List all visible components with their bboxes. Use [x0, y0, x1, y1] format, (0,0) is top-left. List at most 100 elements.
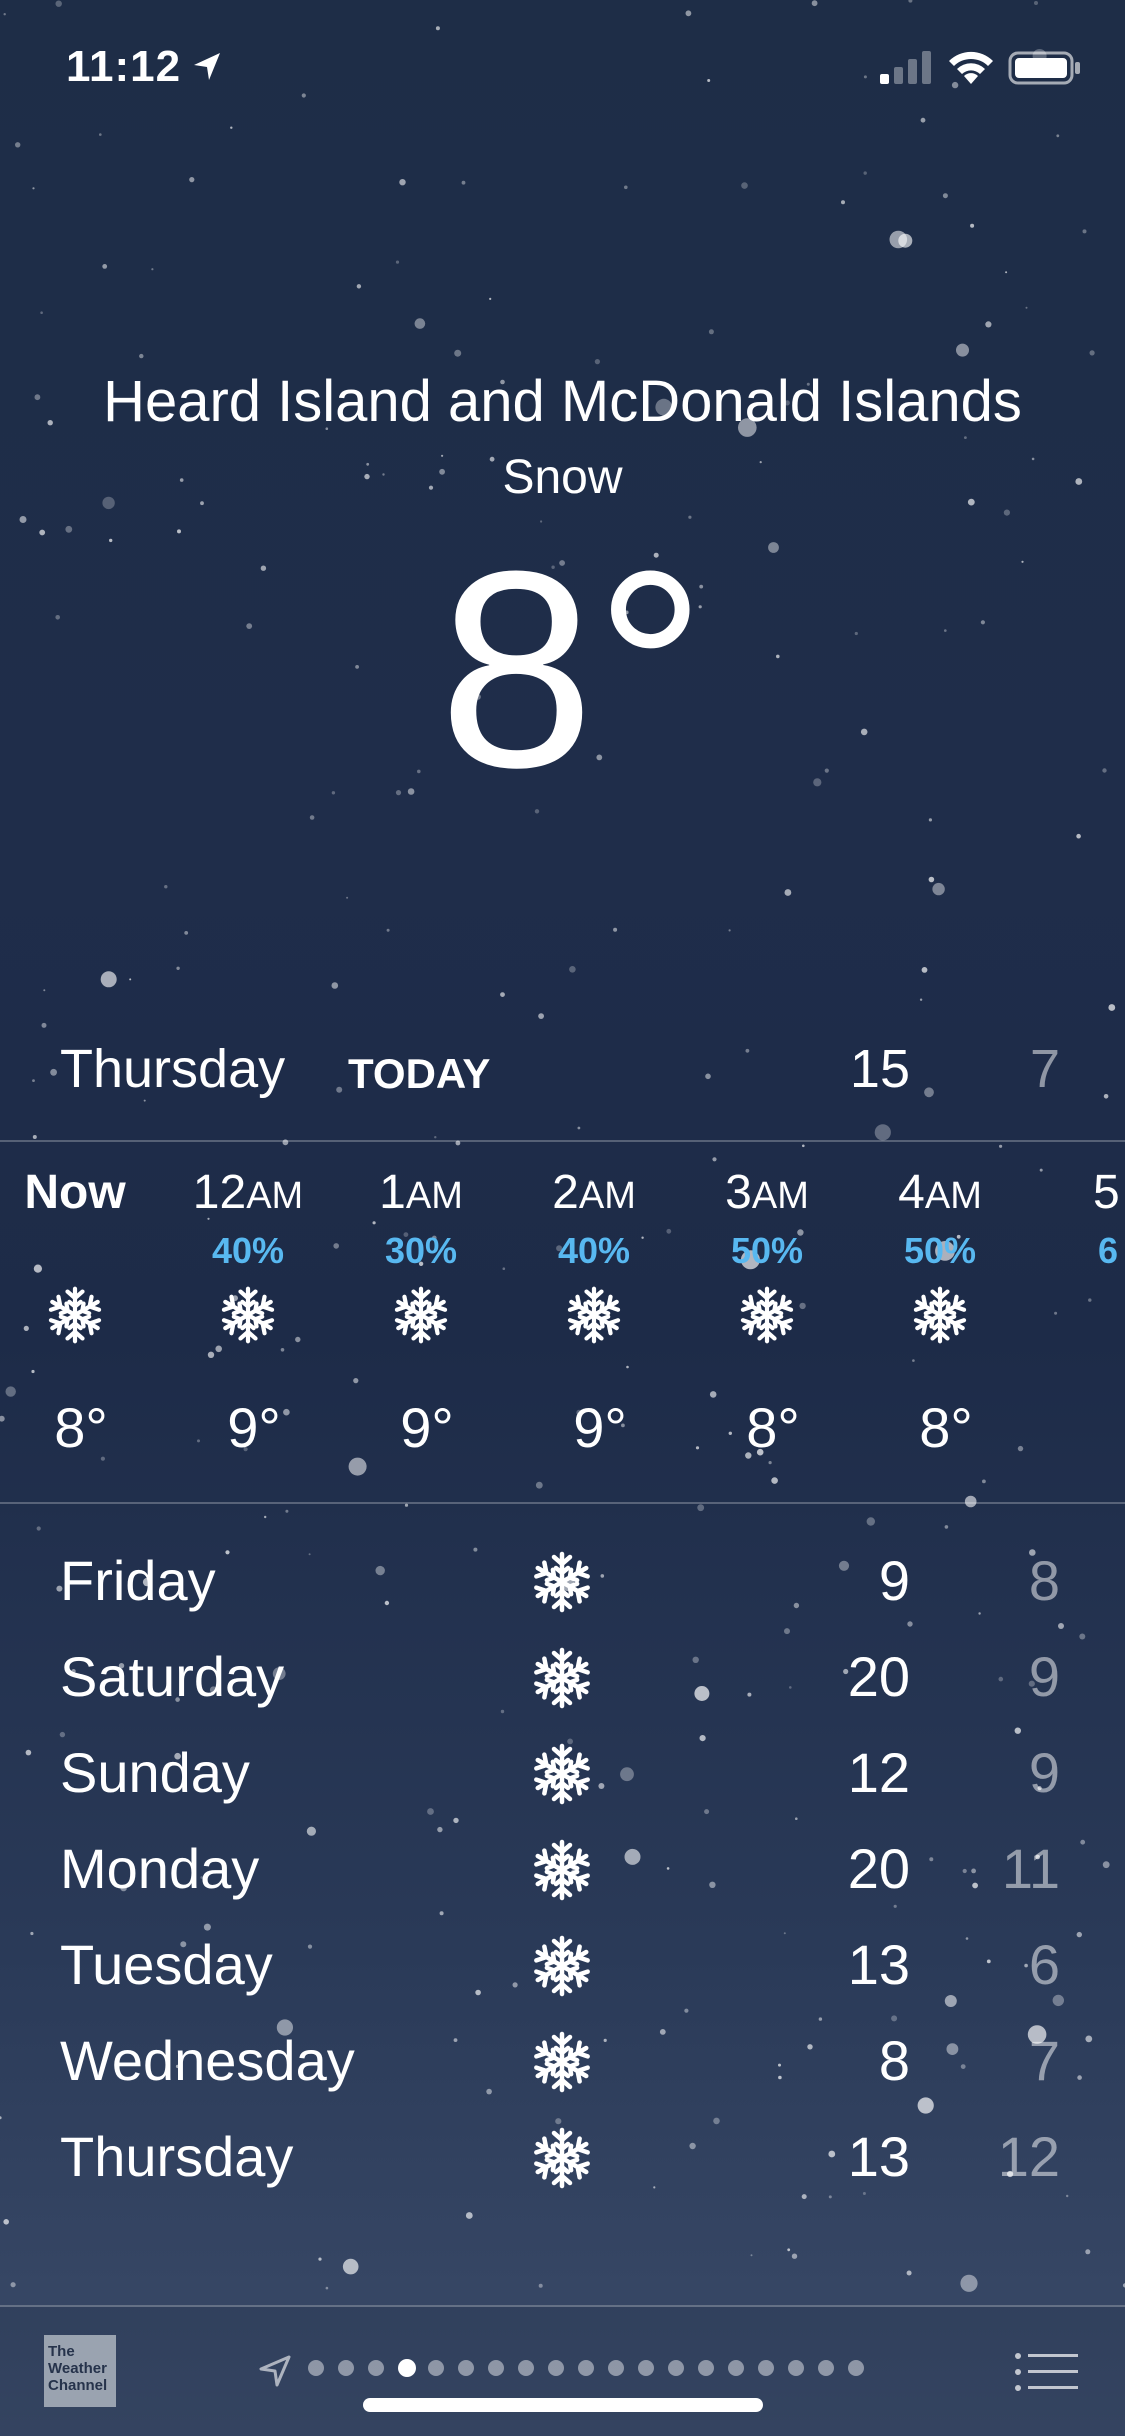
- snowflake-icon: [221, 1286, 275, 1344]
- snow-particle: [874, 1124, 891, 1141]
- today-summary-row: Thursday TODAY 15 7: [0, 1030, 1125, 1110]
- snow-particle: [960, 2274, 978, 2292]
- snow-particle: [577, 1126, 581, 1130]
- hourly-item: Now 8°: [0, 1145, 155, 1500]
- snowflake-icon: [534, 1935, 590, 1997]
- hourly-item: 56: [1033, 1145, 1125, 1500]
- snow-particle: [102, 264, 108, 269]
- day-high-temp: 12: [847, 1741, 910, 1804]
- snow-particle: [932, 882, 945, 896]
- snow-particle: [414, 318, 426, 329]
- current-location-icon[interactable]: [258, 2354, 292, 2388]
- snow-particle: [399, 179, 406, 186]
- page-dot[interactable]: [548, 2360, 564, 2376]
- snowflake-icon: [913, 1286, 967, 1344]
- snow-particle: [32, 187, 35, 190]
- page-dot[interactable]: [488, 2360, 504, 2376]
- snow-particle: [921, 967, 928, 973]
- location-arrow-icon: [194, 53, 220, 80]
- snow-particle: [356, 284, 362, 289]
- snow-particle: [3, 2219, 10, 2225]
- page-dot[interactable]: [578, 2360, 594, 2376]
- day-name: Monday: [60, 1837, 260, 1900]
- page-dot[interactable]: [818, 2360, 834, 2376]
- hour-time: 4AM: [898, 1166, 982, 1219]
- snow-particle: [129, 978, 132, 981]
- weather-condition: Snow: [502, 451, 623, 504]
- hour-precip-chance: 50%: [730, 1230, 804, 1271]
- weather-channel-logo[interactable]: The Weather Channel: [44, 2335, 116, 2407]
- battery-icon: [1008, 51, 1080, 85]
- cellular-signal-icon: [880, 51, 931, 84]
- hour-time: 3AM: [725, 1166, 809, 1219]
- today-high-temp: 15: [849, 1039, 910, 1099]
- daily-forecast-row: Sunday 12 9: [0, 1722, 1125, 1818]
- hourly-item: 1AM 30% 9°: [341, 1145, 501, 1500]
- snow-particle: [346, 896, 349, 899]
- snow-particle: [697, 1504, 705, 1512]
- snow-particle: [1089, 350, 1095, 356]
- snow-particle: [465, 2212, 473, 2219]
- snow-particle: [538, 1013, 544, 1019]
- snow-particle: [318, 2257, 322, 2261]
- snow-particle: [342, 2258, 359, 2275]
- page-dot-active[interactable]: [398, 2359, 416, 2377]
- hour-time: 1AM: [379, 1166, 463, 1219]
- snow-particle: [964, 436, 967, 439]
- snow-particle: [538, 2283, 543, 2288]
- snow-particle: [331, 982, 339, 989]
- logo-line: Channel: [48, 2377, 108, 2394]
- snow-particle: [184, 931, 189, 935]
- snowflake-icon: [534, 1551, 590, 1613]
- snow-particle: [404, 1503, 409, 1507]
- page-dot[interactable]: [368, 2360, 384, 2376]
- day-high-temp: 20: [847, 1645, 910, 1708]
- snow-particle: [309, 815, 315, 820]
- list-icon[interactable]: [1014, 2350, 1078, 2394]
- page-dot[interactable]: [518, 2360, 534, 2376]
- home-indicator[interactable]: [363, 2398, 763, 2412]
- day-low-temp: 6: [1028, 1933, 1060, 1996]
- day-low-temp: 11: [1001, 1837, 1060, 1900]
- page-dot[interactable]: [668, 2360, 684, 2376]
- hourly-item: 12AM 40% 9°: [168, 1145, 328, 1500]
- logo-line: Weather: [48, 2360, 107, 2377]
- snow-particle: [787, 2248, 791, 2252]
- hour-precip-chance: 40%: [211, 1230, 285, 1271]
- snow-particle: [15, 142, 21, 148]
- page-dot[interactable]: [728, 2360, 744, 2376]
- daily-forecast-row: Thursday 13 12: [0, 2106, 1125, 2202]
- hour-precip-chance: 30%: [384, 1230, 458, 1271]
- snow-particle: [395, 260, 400, 264]
- page-dot[interactable]: [758, 2360, 774, 2376]
- day-high-temp: 13: [847, 2125, 910, 2188]
- snow-particle: [613, 927, 618, 932]
- snow-particle: [32, 1135, 37, 1139]
- wifi-icon: [949, 51, 993, 84]
- hour-temperature: 9°: [227, 1396, 281, 1459]
- page-dot[interactable]: [698, 2360, 714, 2376]
- snow-particle: [43, 989, 46, 992]
- page-dot[interactable]: [338, 2360, 354, 2376]
- snow-particle: [841, 200, 845, 205]
- status-bar: 11:12: [0, 0, 1125, 140]
- hourly-forecast-scroller[interactable]: Now 8° 12AM 40% 9° 1AM 30% 9° 2AM 40% 9° 3AM 50% 8° 4A…: [0, 1145, 1125, 1500]
- day-low-temp: 9: [1028, 1741, 1060, 1804]
- page-dot[interactable]: [308, 2360, 324, 2376]
- snow-particle: [985, 321, 992, 328]
- today-low-temp: 7: [1029, 1039, 1060, 1099]
- snow-particle: [970, 223, 975, 228]
- page-dot[interactable]: [788, 2360, 804, 2376]
- snow-particle: [1003, 509, 1011, 516]
- page-dot[interactable]: [638, 2360, 654, 2376]
- snow-particle: [264, 1515, 267, 1519]
- day-low-temp: 9: [1028, 1645, 1060, 1708]
- day-name: Sunday: [60, 1741, 250, 1804]
- hour-temperature: 8°: [746, 1396, 800, 1459]
- page-dot[interactable]: [608, 2360, 624, 2376]
- page-dot[interactable]: [458, 2360, 474, 2376]
- day-high-temp: 9: [878, 1549, 910, 1612]
- page-dot[interactable]: [428, 2360, 444, 2376]
- snow-particle: [889, 230, 908, 249]
- page-dot[interactable]: [848, 2360, 864, 2376]
